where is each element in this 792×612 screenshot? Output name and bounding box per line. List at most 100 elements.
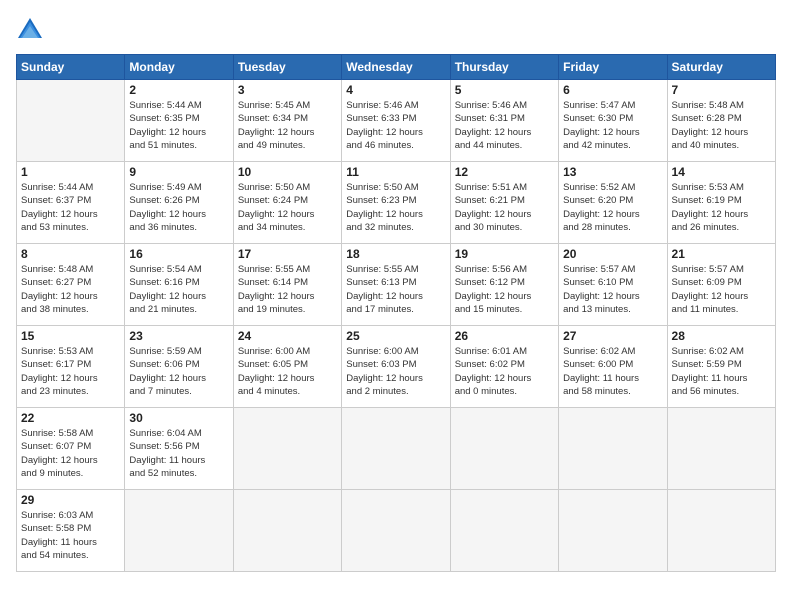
day-detail: Sunrise: 5:45 AM Sunset: 6:34 PM Dayligh… (238, 99, 337, 152)
calendar-day-cell: 16Sunrise: 5:54 AM Sunset: 6:16 PM Dayli… (125, 244, 233, 326)
calendar-day-cell: 26 Sunrise: 6:01 AM Sunset: 6:02 PM Dayli… (450, 326, 558, 408)
day-detail: Sunrise: 5:53 AM Sunset: 6:17 PM Dayligh… (21, 345, 120, 398)
calendar-day-cell: 5 Sunrise: 5:46 AM Sunset: 6:31 PM Daylig… (450, 80, 558, 162)
calendar-day-cell: 30 Sunrise: 6:04 AM Sunset: 5:56 PM Dayli… (125, 408, 233, 490)
day-number: 26 (455, 329, 554, 343)
day-detail: Sunrise: 5:53 AM Sunset: 6:19 PM Dayligh… (672, 181, 771, 234)
calendar-week-row: 2Sunrise: 5:44 AM Sunset: 6:35 PM Daylig… (17, 80, 776, 162)
calendar-day-cell (342, 408, 450, 490)
day-number: 15 (21, 329, 120, 343)
calendar-day-cell: 21 Sunrise: 5:57 AM Sunset: 6:09 PM Dayli… (667, 244, 775, 326)
day-number: 4 (346, 83, 445, 97)
day-number: 3 (238, 83, 337, 97)
day-number: 8 (21, 247, 120, 261)
calendar-day-cell: 10 Sunrise: 5:50 AM Sunset: 6:24 PM Dayli… (233, 162, 341, 244)
day-detail: Sunrise: 6:04 AM Sunset: 5:56 PM Dayligh… (129, 427, 228, 480)
calendar-day-cell: 13 Sunrise: 5:52 AM Sunset: 6:20 PM Dayli… (559, 162, 667, 244)
calendar-day-cell: 9Sunrise: 5:49 AM Sunset: 6:26 PM Daylig… (125, 162, 233, 244)
calendar-day-cell: 27 Sunrise: 6:02 AM Sunset: 6:00 PM Dayli… (559, 326, 667, 408)
day-number: 5 (455, 83, 554, 97)
calendar-week-row: 29Sunrise: 6:03 AM Sunset: 5:58 PM Dayli… (17, 490, 776, 572)
weekday-header-wednesday: Wednesday (342, 55, 450, 80)
day-detail: Sunrise: 5:57 AM Sunset: 6:09 PM Dayligh… (672, 263, 771, 316)
weekday-header-thursday: Thursday (450, 55, 558, 80)
calendar-week-row: 1Sunrise: 5:44 AM Sunset: 6:37 PM Daylig… (17, 162, 776, 244)
calendar-week-row: 8 Sunrise: 5:48 AM Sunset: 6:27 PM Daylig… (17, 244, 776, 326)
calendar-day-cell (450, 408, 558, 490)
calendar-day-cell (233, 490, 341, 572)
calendar-day-cell (559, 408, 667, 490)
day-detail: Sunrise: 5:46 AM Sunset: 6:33 PM Dayligh… (346, 99, 445, 152)
day-detail: Sunrise: 5:55 AM Sunset: 6:14 PM Dayligh… (238, 263, 337, 316)
day-number: 17 (238, 247, 337, 261)
day-number: 16 (129, 247, 228, 261)
calendar-day-cell: 11 Sunrise: 5:50 AM Sunset: 6:23 PM Dayli… (342, 162, 450, 244)
calendar-day-cell (667, 408, 775, 490)
calendar-week-row: 22Sunrise: 5:58 AM Sunset: 6:07 PM Dayli… (17, 408, 776, 490)
day-detail: Sunrise: 5:56 AM Sunset: 6:12 PM Dayligh… (455, 263, 554, 316)
day-number: 19 (455, 247, 554, 261)
day-detail: Sunrise: 5:46 AM Sunset: 6:31 PM Dayligh… (455, 99, 554, 152)
calendar-week-row: 15 Sunrise: 5:53 AM Sunset: 6:17 PM Dayli… (17, 326, 776, 408)
calendar-day-cell: 19 Sunrise: 5:56 AM Sunset: 6:12 PM Dayli… (450, 244, 558, 326)
day-detail: Sunrise: 5:44 AM Sunset: 6:37 PM Dayligh… (21, 181, 120, 234)
calendar-day-cell: 22Sunrise: 5:58 AM Sunset: 6:07 PM Dayli… (17, 408, 125, 490)
day-number: 29 (21, 493, 120, 507)
day-number: 14 (672, 165, 771, 179)
weekday-header-monday: Monday (125, 55, 233, 80)
day-number: 12 (455, 165, 554, 179)
logo (16, 16, 46, 44)
calendar-day-cell: 1Sunrise: 5:44 AM Sunset: 6:37 PM Daylig… (17, 162, 125, 244)
day-detail: Sunrise: 6:02 AM Sunset: 6:00 PM Dayligh… (563, 345, 662, 398)
calendar-day-cell: 4 Sunrise: 5:46 AM Sunset: 6:33 PM Daylig… (342, 80, 450, 162)
calendar-day-cell (17, 80, 125, 162)
calendar-day-cell (450, 490, 558, 572)
day-number: 9 (129, 165, 228, 179)
calendar-day-cell (667, 490, 775, 572)
calendar-day-cell: 14 Sunrise: 5:53 AM Sunset: 6:19 PM Dayli… (667, 162, 775, 244)
day-number: 11 (346, 165, 445, 179)
day-number: 10 (238, 165, 337, 179)
day-detail: Sunrise: 6:00 AM Sunset: 6:03 PM Dayligh… (346, 345, 445, 398)
calendar-day-cell: 25 Sunrise: 6:00 AM Sunset: 6:03 PM Dayli… (342, 326, 450, 408)
weekday-header-row: SundayMondayTuesdayWednesdayThursdayFrid… (17, 55, 776, 80)
day-number: 25 (346, 329, 445, 343)
day-number: 24 (238, 329, 337, 343)
day-detail: Sunrise: 5:50 AM Sunset: 6:23 PM Dayligh… (346, 181, 445, 234)
logo-icon (16, 16, 44, 44)
day-detail: Sunrise: 5:58 AM Sunset: 6:07 PM Dayligh… (21, 427, 120, 480)
day-number: 27 (563, 329, 662, 343)
day-number: 20 (563, 247, 662, 261)
day-number: 28 (672, 329, 771, 343)
calendar-page: SundayMondayTuesdayWednesdayThursdayFrid… (0, 0, 792, 612)
calendar-day-cell (342, 490, 450, 572)
day-detail: Sunrise: 5:48 AM Sunset: 6:27 PM Dayligh… (21, 263, 120, 316)
calendar-day-cell (125, 490, 233, 572)
calendar-day-cell (559, 490, 667, 572)
calendar-table: SundayMondayTuesdayWednesdayThursdayFrid… (16, 54, 776, 572)
calendar-day-cell: 6Sunrise: 5:47 AM Sunset: 6:30 PM Daylig… (559, 80, 667, 162)
calendar-day-cell: 12 Sunrise: 5:51 AM Sunset: 6:21 PM Dayli… (450, 162, 558, 244)
day-number: 7 (672, 83, 771, 97)
day-detail: Sunrise: 5:48 AM Sunset: 6:28 PM Dayligh… (672, 99, 771, 152)
day-detail: Sunrise: 5:52 AM Sunset: 6:20 PM Dayligh… (563, 181, 662, 234)
day-number: 21 (672, 247, 771, 261)
weekday-header-saturday: Saturday (667, 55, 775, 80)
calendar-day-cell: 29Sunrise: 6:03 AM Sunset: 5:58 PM Dayli… (17, 490, 125, 572)
header (16, 16, 776, 44)
day-number: 30 (129, 411, 228, 425)
day-detail: Sunrise: 6:01 AM Sunset: 6:02 PM Dayligh… (455, 345, 554, 398)
calendar-day-cell: 18Sunrise: 5:55 AM Sunset: 6:13 PM Dayli… (342, 244, 450, 326)
day-number: 2 (129, 83, 228, 97)
calendar-day-cell: 3 Sunrise: 5:45 AM Sunset: 6:34 PM Daylig… (233, 80, 341, 162)
calendar-day-cell: 23Sunrise: 5:59 AM Sunset: 6:06 PM Dayli… (125, 326, 233, 408)
day-detail: Sunrise: 5:50 AM Sunset: 6:24 PM Dayligh… (238, 181, 337, 234)
weekday-header-friday: Friday (559, 55, 667, 80)
day-number: 13 (563, 165, 662, 179)
calendar-day-cell: 7 Sunrise: 5:48 AM Sunset: 6:28 PM Daylig… (667, 80, 775, 162)
calendar-day-cell: 8 Sunrise: 5:48 AM Sunset: 6:27 PM Daylig… (17, 244, 125, 326)
day-detail: Sunrise: 6:00 AM Sunset: 6:05 PM Dayligh… (238, 345, 337, 398)
day-detail: Sunrise: 5:57 AM Sunset: 6:10 PM Dayligh… (563, 263, 662, 316)
day-detail: Sunrise: 5:51 AM Sunset: 6:21 PM Dayligh… (455, 181, 554, 234)
day-number: 23 (129, 329, 228, 343)
